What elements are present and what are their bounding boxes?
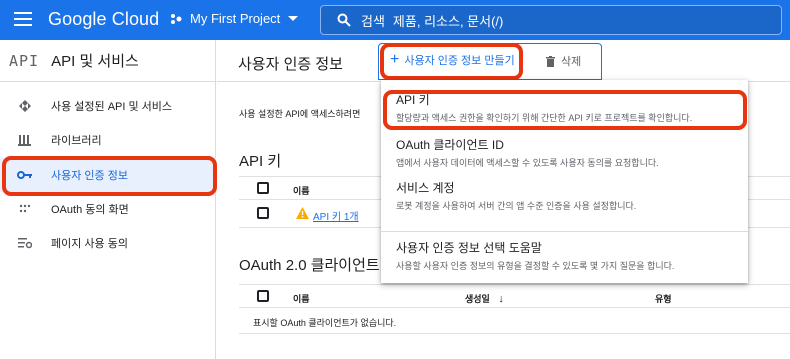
project-name: My First Project	[190, 11, 281, 26]
column-header-created[interactable]: 생성일 ↓	[465, 292, 504, 305]
sidebar-item-label: 사용자 인증 정보	[51, 170, 128, 182]
menu-item-title: API 키	[396, 93, 430, 107]
column-header-type: 유형	[655, 294, 672, 304]
menu-item-help-me-choose[interactable]: 사용자 인증 정보 선택 도움말 사용할 사용자 인증 정보의 유형을 결정할 …	[396, 239, 674, 272]
warning-icon	[296, 207, 309, 219]
menu-item-desc: 사용할 사용자 인증 정보의 유형을 결정할 수 있도록 몇 가지 질문을 합니…	[396, 261, 675, 271]
select-all-checkbox[interactable]	[257, 182, 269, 194]
top-bar: Google Cloud My First Project 검색 제품, 리소스…	[0, 0, 790, 40]
column-header-name: 이름	[293, 186, 310, 196]
create-credentials-button[interactable]: + 사용자 인증 정보 만들기	[390, 52, 515, 68]
trash-icon	[546, 55, 555, 67]
menu-item-desc: 할당량과 액세스 권한을 확인하기 위해 간단한 API 키로 프로젝트를 확인…	[396, 113, 693, 123]
page-title: 사용자 인증 정보	[238, 56, 343, 73]
consent-icon	[17, 203, 33, 215]
sidebar-item-library[interactable]: 라이브러리	[0, 123, 216, 157]
sidebar-title: API 및 서비스	[51, 53, 139, 70]
sidebar-item-oauth-consent[interactable]: OAuth 동의 화면	[0, 192, 216, 226]
intro-text: 사용 설정한 API에 액세스하려면	[239, 109, 361, 119]
search-input[interactable]: 검색 제품, 리소스, 문서(/)	[320, 5, 782, 35]
row-checkbox[interactable]	[257, 207, 269, 219]
sidebar-item-label: OAuth 동의 화면	[51, 204, 129, 216]
menu-icon[interactable]	[14, 12, 32, 26]
menu-divider	[381, 231, 748, 232]
sidebar-item-label: 페이지 사용 동의	[51, 238, 128, 250]
sidebar-item-label: 라이브러리	[51, 135, 102, 147]
sidebar-item-enabled-apis[interactable]: 사용 설정된 API 및 서비스	[0, 89, 216, 123]
arrow-down-icon: ↓	[498, 293, 504, 305]
delete-button[interactable]: 삭제	[546, 53, 581, 69]
oauth-header-row: 이름 생성일 ↓ 유형	[239, 284, 790, 308]
sidebar: API API 및 서비스 사용 설정된 API 및 서비스 라이브러리 사용자…	[0, 40, 216, 359]
delete-label: 삭제	[561, 56, 582, 68]
menu-item-title: OAuth 클라이언트 ID	[396, 138, 504, 152]
search-icon	[337, 13, 351, 27]
created-label: 생성일	[465, 294, 490, 304]
menu-item-api-key[interactable]: API 키 할당량과 액세스 권한을 확인하기 위해 간단한 API 키로 프로…	[396, 91, 692, 124]
menu-item-title: 사용자 인증 정보 선택 도움말	[396, 241, 542, 255]
project-selector[interactable]: My First Project	[170, 11, 299, 26]
brand-name[interactable]: Google Cloud	[48, 9, 159, 30]
sidebar-item-page-usage[interactable]: 페이지 사용 동의	[0, 226, 216, 260]
search-label: 검색	[361, 13, 385, 29]
plus-icon: +	[390, 51, 400, 68]
chevron-down-icon	[288, 16, 299, 21]
column-header-name: 이름	[293, 294, 310, 304]
menu-item-desc: 로봇 계정을 사용하여 서버 간의 앱 수준 인증을 사용 설정합니다.	[396, 201, 637, 211]
sidebar-item-credentials[interactable]: 사용자 인증 정보	[0, 158, 216, 192]
create-credentials-menu: API 키 할당량과 액세스 권한을 확인하기 위해 간단한 API 키로 프로…	[381, 80, 748, 283]
search-hint: 제품, 리소스, 문서(/)	[392, 13, 504, 29]
oauth-select-all-checkbox[interactable]	[257, 290, 269, 302]
project-icon	[171, 13, 182, 24]
key-icon	[17, 170, 33, 180]
menu-item-desc: 앱에서 사용자 데이터에 액세스할 수 있도록 사용자 동의를 요청합니다.	[396, 158, 659, 168]
api-keys-title: API 키	[239, 153, 282, 170]
enabled-apis-icon	[17, 99, 33, 113]
oauth-clients-title: OAuth 2.0 클라이언트	[239, 257, 380, 274]
create-credentials-label: 사용자 인증 정보 만들기	[404, 55, 515, 67]
menu-item-oauth-client-id[interactable]: OAuth 클라이언트 ID 앱에서 사용자 데이터에 액세스할 수 있도록 사…	[396, 136, 659, 169]
menu-item-title: 서비스 계정	[396, 181, 455, 195]
api-logo: API	[9, 51, 40, 70]
page-usage-icon	[17, 237, 33, 249]
sidebar-header: API API 및 서비스	[0, 40, 216, 82]
sidebar-item-label: 사용 설정된 API 및 서비스	[51, 101, 173, 113]
library-icon	[17, 134, 33, 146]
api-key-link[interactable]: API 키 1개	[313, 208, 359, 223]
menu-item-service-account[interactable]: 서비스 계정 로봇 계정을 사용하여 서버 간의 앱 수준 인증을 사용 설정합…	[396, 179, 636, 212]
empty-message: 표시할 OAuth 클라이언트가 없습니다.	[253, 318, 397, 328]
